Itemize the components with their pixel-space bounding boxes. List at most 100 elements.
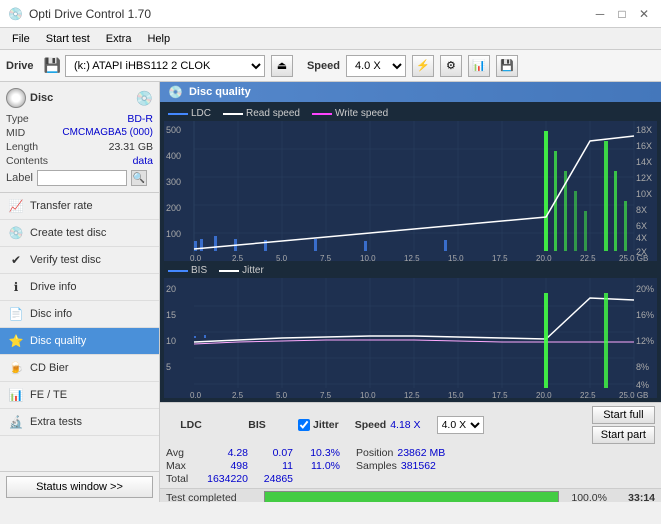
label-label: Label (6, 172, 33, 184)
menu-file[interactable]: File (4, 31, 38, 47)
type-row: Type BD-R (6, 112, 153, 126)
panel-header-icon: 💿 (168, 85, 183, 99)
close-button[interactable]: ✕ (635, 5, 653, 23)
verify-test-icon: ✔ (8, 252, 24, 268)
bottom-chart-svg: 20 15 10 5 20% 16% 12% 8% 4% (164, 278, 657, 398)
extra-tests-icon: 🔬 (8, 414, 24, 430)
svg-text:5: 5 (166, 362, 171, 372)
menu-extra[interactable]: Extra (98, 31, 140, 47)
nav-cd-bier-label: CD Bier (30, 362, 69, 374)
max-ldc-value: 498 (201, 460, 248, 472)
nav-verify-test-disc[interactable]: ✔ Verify test disc (0, 247, 159, 274)
jitter-checkbox[interactable] (298, 419, 310, 431)
titlebar-controls: ─ □ ✕ (591, 5, 653, 23)
svg-text:15: 15 (166, 310, 176, 320)
speed-select[interactable]: 4.0 X 2.0 X 8.0 X (346, 55, 406, 77)
svg-text:5.0: 5.0 (276, 254, 288, 261)
max-label: Max (166, 460, 201, 472)
svg-text:5.0: 5.0 (276, 391, 288, 398)
speed-stat-label: Speed (355, 419, 387, 431)
nav-transfer-rate[interactable]: 📈 Transfer rate (0, 193, 159, 220)
position-label: Position (356, 447, 393, 459)
write-speed-legend-label: Write speed (335, 108, 388, 119)
contents-value: data (133, 155, 153, 167)
save-button[interactable]: 💾 (496, 55, 518, 77)
avg-ldc-value: 4.28 (201, 447, 248, 459)
nav-disc-info[interactable]: 📄 Disc info (0, 301, 159, 328)
ldc-legend-item: LDC (168, 108, 211, 119)
progress-percent: 100.0% (567, 492, 607, 502)
svg-text:22.5: 22.5 (580, 254, 596, 261)
bottom-chart-container: BIS Jitter 20 15 10 5 20% 16% 12 (164, 263, 657, 398)
samples-value: 381562 (401, 460, 436, 472)
speed-stat-value: 4.18 X (390, 419, 420, 431)
svg-text:2.5: 2.5 (232, 254, 244, 261)
svg-text:10.0: 10.0 (360, 391, 376, 398)
avg-jitter-value: 10.3% (301, 447, 340, 459)
app-icon: 💿 (8, 7, 23, 21)
svg-text:400: 400 (166, 151, 181, 161)
drive-select[interactable]: (k:) ATAPI iHBS112 2 CLOK (65, 55, 265, 77)
panel-header: 💿 Disc quality (160, 82, 661, 102)
svg-text:25.0 GB: 25.0 GB (619, 391, 648, 398)
speed-stat-select[interactable]: 4.0 X (437, 416, 484, 434)
maximize-button[interactable]: □ (613, 5, 631, 23)
contents-label: Contents (6, 155, 48, 167)
length-label: Length (6, 141, 38, 153)
minimize-button[interactable]: ─ (591, 5, 609, 23)
length-value: 23.31 GB (109, 141, 153, 153)
nav-drive-info[interactable]: ℹ Drive info (0, 274, 159, 301)
nav-disc-quality[interactable]: ⭐ Disc quality (0, 328, 159, 355)
label-row: Label 🔍 (6, 168, 153, 188)
drive-selector: 💾 (k:) ATAPI iHBS112 2 CLOK (44, 55, 265, 77)
mid-label: MID (6, 127, 25, 139)
drive-info-icon: ℹ (8, 279, 24, 295)
write-speed-legend-item: Write speed (312, 108, 388, 119)
disc-section-title: Disc (30, 92, 53, 104)
svg-text:20: 20 (166, 284, 176, 294)
bis-legend-label: BIS (191, 265, 207, 276)
menu-start-test[interactable]: Start test (38, 31, 98, 47)
settings-button[interactable]: ⚙ (440, 55, 462, 77)
nav-create-test-disc[interactable]: 💿 Create test disc (0, 220, 159, 247)
type-label: Type (6, 113, 29, 125)
start-part-button[interactable]: Start part (592, 426, 655, 444)
write-speed-legend-color (312, 113, 332, 115)
label-input[interactable] (37, 170, 127, 186)
toolbar: Drive 💾 (k:) ATAPI iHBS112 2 CLOK ⏏ Spee… (0, 50, 661, 82)
read-speed-legend-color (223, 113, 243, 115)
svg-text:0.0: 0.0 (190, 254, 202, 261)
nav-fe-te[interactable]: 📊 FE / TE (0, 382, 159, 409)
panel-title: Disc quality (189, 86, 251, 98)
svg-text:22.5: 22.5 (580, 391, 596, 398)
svg-text:10X: 10X (636, 189, 652, 199)
read-speed-legend-item: Read speed (223, 108, 300, 119)
svg-text:12X: 12X (636, 173, 652, 183)
read-speed-legend-label: Read speed (246, 108, 300, 119)
menubar: File Start test Extra Help (0, 28, 661, 50)
start-full-button[interactable]: Start full (592, 406, 655, 424)
svg-text:14X: 14X (636, 157, 652, 167)
svg-text:4X: 4X (636, 233, 647, 243)
menu-help[interactable]: Help (139, 31, 178, 47)
type-value: BD-R (127, 113, 153, 125)
chart-button[interactable]: 📊 (468, 55, 490, 77)
svg-text:16%: 16% (636, 310, 654, 320)
svg-text:2.5: 2.5 (232, 391, 244, 398)
total-ldc-value: 1634220 (201, 473, 248, 485)
nav-extra-tests[interactable]: 🔬 Extra tests (0, 409, 159, 436)
eject-button[interactable]: ⏏ (271, 55, 293, 77)
svg-text:12%: 12% (636, 336, 654, 346)
status-window-button[interactable]: Status window >> (6, 476, 153, 498)
samples-label: Samples (356, 460, 397, 472)
speed-icon-button[interactable]: ⚡ (412, 55, 434, 77)
nav-cd-bier[interactable]: 🍺 CD Bier (0, 355, 159, 382)
disc-info-panel: Disc 💿 Type BD-R MID CMCMAGBA5 (000) Len… (0, 82, 159, 193)
mid-value: CMCMAGBA5 (000) (62, 127, 153, 139)
svg-text:25.0 GB: 25.0 GB (619, 254, 648, 261)
speed-label: Speed (307, 60, 340, 72)
label-edit-button[interactable]: 🔍 (131, 170, 147, 186)
jitter-legend-color (219, 270, 239, 272)
disc-info-icon: 📄 (8, 306, 24, 322)
charts-area: LDC Read speed Write speed (160, 102, 661, 402)
